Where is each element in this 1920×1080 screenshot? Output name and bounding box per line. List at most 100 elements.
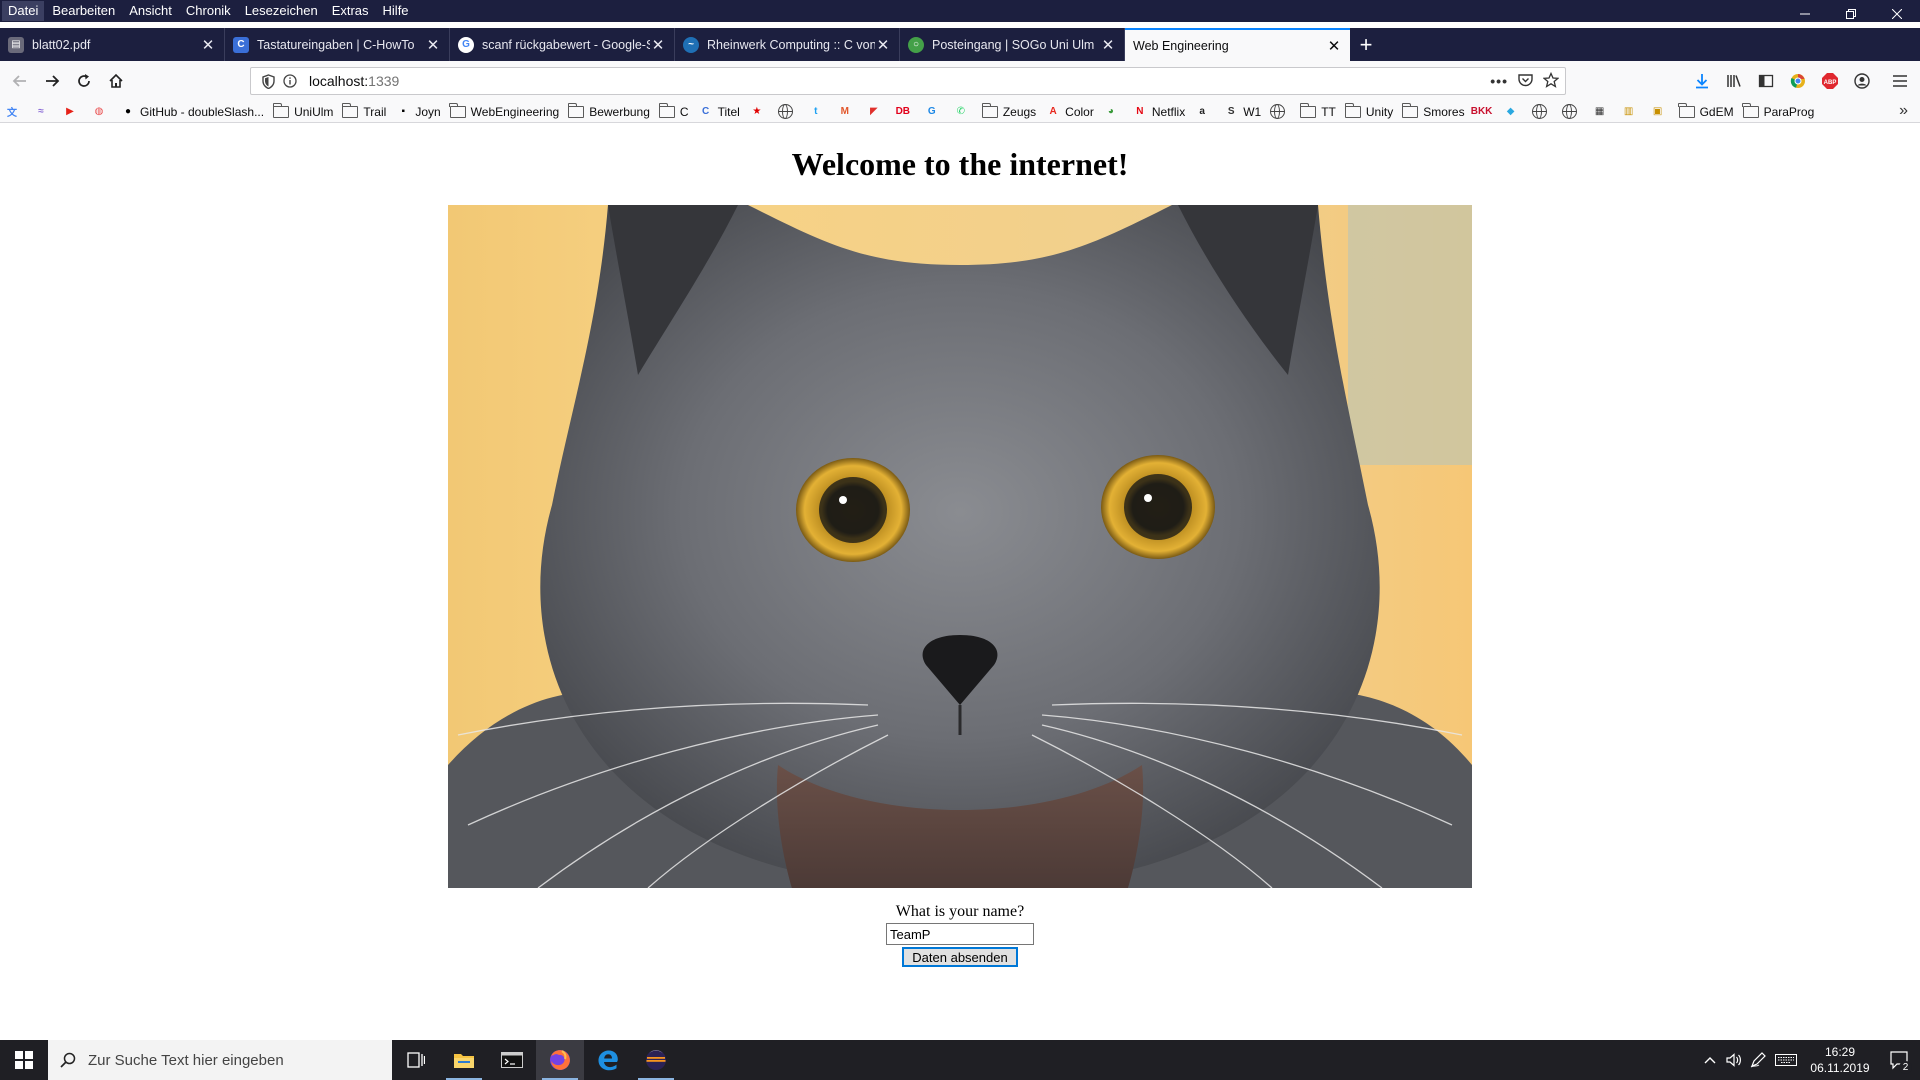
- account-button[interactable]: [1846, 65, 1878, 97]
- taskbar-search[interactable]: Zur Suche Text hier eingeben: [48, 1040, 392, 1080]
- bookmark-star-icon[interactable]: [1542, 71, 1560, 91]
- bookmark-item[interactable]: ★: [749, 102, 769, 122]
- volume-icon[interactable]: [1722, 1040, 1746, 1080]
- bookmark-item[interactable]: 文: [4, 102, 24, 122]
- bookmark-item[interactable]: [1561, 102, 1583, 122]
- minimize-button[interactable]: [1782, 0, 1828, 28]
- menu-ansicht[interactable]: Ansicht: [123, 1, 178, 21]
- bookmark-item[interactable]: TT: [1299, 102, 1336, 122]
- bookmark-item[interactable]: ▦: [1592, 102, 1612, 122]
- bookmark-item[interactable]: G: [924, 102, 944, 122]
- bookmark-item[interactable]: WebEngineering: [449, 102, 559, 122]
- tab-web-engineering[interactable]: Web Engineering ✕: [1125, 28, 1350, 61]
- taskbar-explorer[interactable]: [440, 1040, 488, 1080]
- github-icon: ●: [124, 106, 132, 117]
- bookmark-item[interactable]: Smores: [1401, 102, 1465, 122]
- bookmark-item[interactable]: ✆: [953, 102, 973, 122]
- bookmark-item[interactable]: [777, 102, 799, 122]
- url-text[interactable]: localhost:1339: [309, 73, 399, 89]
- reload-button[interactable]: [68, 65, 100, 97]
- extension-chrome-button[interactable]: [1782, 65, 1814, 97]
- bookmarks-overflow-icon[interactable]: »: [1899, 102, 1908, 120]
- bookmark-item[interactable]: ◕: [1103, 102, 1123, 122]
- bookmark-item[interactable]: M: [837, 102, 857, 122]
- close-tab-icon[interactable]: ✕: [1326, 37, 1342, 55]
- frog-icon: ◕: [1107, 106, 1114, 117]
- taskbar-firefox[interactable]: [536, 1040, 584, 1080]
- bookmark-item[interactable]: ▶: [62, 102, 82, 122]
- page-actions-icon[interactable]: •••: [1490, 73, 1508, 89]
- bookmark-item[interactable]: N Netflix: [1132, 102, 1185, 122]
- tab-c-howto[interactable]: C Tastatureingaben | C-HowTo ✕: [225, 28, 450, 61]
- task-view-button[interactable]: [392, 1040, 440, 1080]
- bookmark-item[interactable]: ◍: [91, 102, 111, 122]
- bookmark-item[interactable]: UniUlm: [272, 102, 333, 122]
- adblock-button[interactable]: ABP: [1814, 65, 1846, 97]
- taskbar-eclipse[interactable]: [632, 1040, 680, 1080]
- tab-label: Posteingang | SOGo Uni Ulm: [932, 37, 1095, 52]
- bookmark-item[interactable]: ● GitHub - doubleSlash...: [120, 102, 264, 122]
- bookmark-item[interactable]: Zeugs: [981, 102, 1036, 122]
- bookmark-item[interactable]: ▣: [1650, 102, 1670, 122]
- name-input[interactable]: [886, 923, 1034, 945]
- bookmark-item[interactable]: [1531, 102, 1553, 122]
- action-center-button[interactable]: 2: [1878, 1040, 1920, 1080]
- bookmark-item[interactable]: BKK: [1471, 102, 1494, 122]
- bookmark-item[interactable]: DB: [895, 102, 915, 122]
- bookmark-item[interactable]: ParaProg: [1742, 102, 1814, 122]
- close-tab-icon[interactable]: ✕: [200, 36, 216, 54]
- tray-overflow-chevron-icon[interactable]: [1698, 1040, 1722, 1080]
- menu-bearbeiten[interactable]: Bearbeiten: [46, 1, 121, 21]
- bookmark-item[interactable]: ◆: [1503, 102, 1523, 122]
- taskbar-terminal[interactable]: [488, 1040, 536, 1080]
- bookmark-item[interactable]: ◤: [866, 102, 886, 122]
- menu-chronik[interactable]: Chronik: [180, 1, 237, 21]
- bookmark-item[interactable]: ▪ Joyn: [395, 102, 441, 122]
- url-bar[interactable]: localhost:1339 •••: [250, 67, 1566, 95]
- close-tab-icon[interactable]: ✕: [1100, 36, 1116, 54]
- bookmark-item[interactable]: GdEM: [1678, 102, 1734, 122]
- downloads-button[interactable]: [1686, 65, 1718, 97]
- bookmark-item[interactable]: ▥: [1621, 102, 1641, 122]
- start-button[interactable]: [0, 1040, 48, 1080]
- new-tab-button[interactable]: +: [1350, 28, 1382, 61]
- bookmark-item[interactable]: [1270, 102, 1291, 122]
- keyboard-icon[interactable]: [1770, 1040, 1802, 1080]
- close-tab-icon[interactable]: ✕: [875, 36, 891, 54]
- bookmark-item[interactable]: A Color: [1045, 102, 1094, 122]
- menu-extras[interactable]: Extras: [326, 1, 375, 21]
- bookmark-item[interactable]: Trail: [342, 102, 386, 122]
- tab-google[interactable]: G scanf rückgabewert - Google-S ✕: [450, 28, 675, 61]
- site-info-icon[interactable]: [279, 74, 301, 88]
- sidebar-button[interactable]: [1750, 65, 1782, 97]
- restore-button[interactable]: [1828, 0, 1874, 28]
- bookmark-item[interactable]: a: [1194, 102, 1214, 122]
- library-button[interactable]: [1718, 65, 1750, 97]
- close-tab-icon[interactable]: ✕: [425, 36, 441, 54]
- close-window-button[interactable]: [1874, 0, 1920, 28]
- submit-button[interactable]: Daten absenden: [902, 947, 1018, 967]
- bookmark-item[interactable]: C: [658, 102, 689, 122]
- forward-button[interactable]: [36, 65, 68, 97]
- menu-hilfe[interactable]: Hilfe: [377, 1, 415, 21]
- bookmark-item[interactable]: Bewerbung: [567, 102, 650, 122]
- tab-sogo[interactable]: ○ Posteingang | SOGo Uni Ulm ✕: [900, 28, 1125, 61]
- bookmark-item[interactable]: S W1: [1223, 102, 1261, 122]
- pen-icon[interactable]: [1746, 1040, 1770, 1080]
- menu-lesezeichen[interactable]: Lesezeichen: [239, 1, 324, 21]
- tracking-shield-icon[interactable]: [257, 73, 279, 89]
- tab-blatt02[interactable]: ▤ blatt02.pdf ✕: [0, 28, 225, 61]
- bookmark-item[interactable]: C Titel: [698, 102, 740, 122]
- hamburger-menu-button[interactable]: [1884, 65, 1916, 97]
- menu-datei[interactable]: Datei: [2, 1, 45, 21]
- taskbar-clock[interactable]: 16:29 06.11.2019: [1802, 1044, 1878, 1076]
- home-button[interactable]: [100, 65, 132, 97]
- tab-rheinwerk[interactable]: ~ Rheinwerk Computing :: C von ✕: [675, 28, 900, 61]
- close-tab-icon[interactable]: ✕: [650, 36, 666, 54]
- bookmark-item[interactable]: Unity: [1344, 102, 1393, 122]
- back-button[interactable]: [4, 65, 36, 97]
- bookmark-item[interactable]: t: [808, 102, 828, 122]
- taskbar-edge[interactable]: [584, 1040, 632, 1080]
- pocket-icon[interactable]: [1518, 73, 1533, 90]
- bookmark-item[interactable]: ≈: [33, 102, 53, 122]
